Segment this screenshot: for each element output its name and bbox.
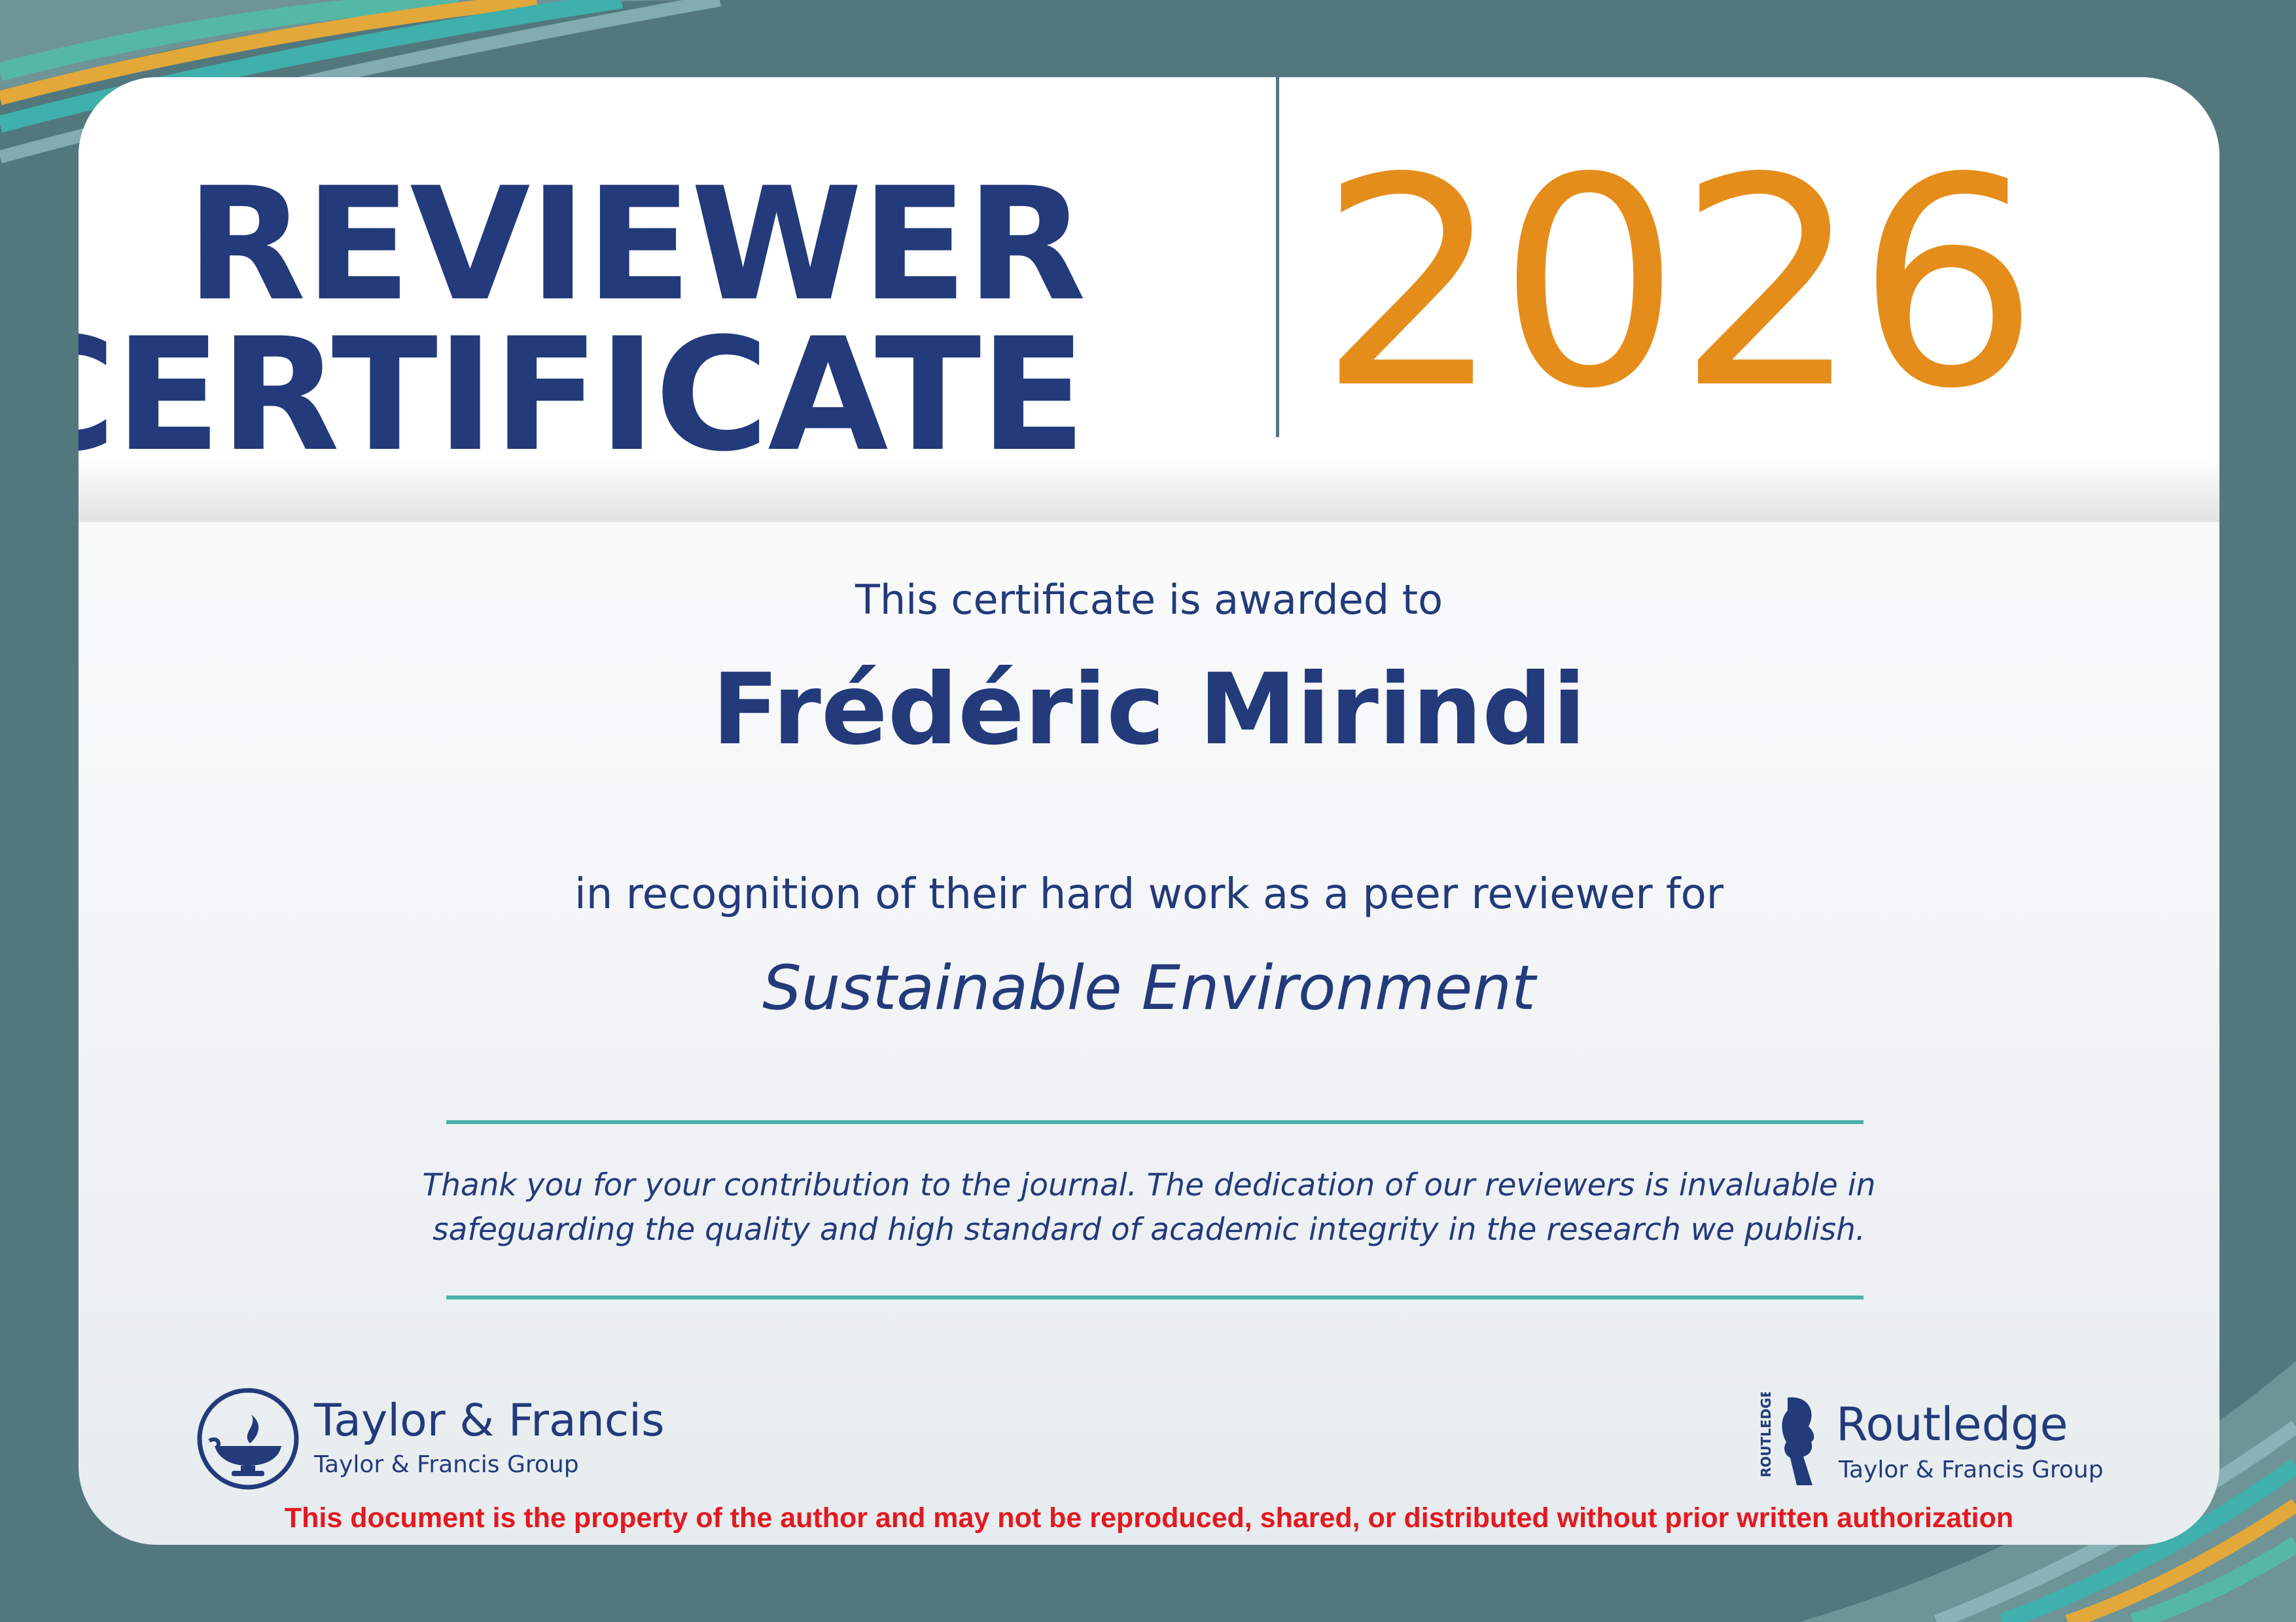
recipient-name: Frédéric Mirindi bbox=[712, 653, 1586, 767]
copyright-notice: This document is the property of the aut… bbox=[284, 1502, 2014, 1534]
journal-name: Sustainable Environment bbox=[762, 953, 1536, 1024]
title-line-reviewer: REVIEWER bbox=[186, 154, 1086, 336]
taylor-francis-group-text: Taylor & Francis Group bbox=[314, 1451, 579, 1478]
taylor-francis-name: Taylor & Francis bbox=[314, 1395, 665, 1447]
routledge-vertical-mark: ROUTLEDGE bbox=[1758, 1392, 1774, 1477]
certificate-card: REVIEWER CERTIFICATE 2026 This certifica… bbox=[79, 77, 2219, 1545]
routledge-profile-icon: ROUTLEDGE bbox=[1758, 1392, 1814, 1485]
routledge-group-text: Taylor & Francis Group bbox=[1839, 1456, 2104, 1483]
top-divider-rule bbox=[446, 1120, 1863, 1124]
taylor-francis-lamp-icon bbox=[197, 1388, 299, 1490]
thanks-line-2: safeguarding the quality and high standa… bbox=[433, 1212, 1865, 1248]
recognition-text: in recognition of their hard work as a p… bbox=[574, 870, 1724, 919]
certificate-year: 2026 bbox=[1318, 116, 2040, 451]
taylor-francis-logo: Taylor & Francis Taylor & Francis Group bbox=[195, 1386, 665, 1497]
title-line-certificate: CERTIFICATE bbox=[79, 305, 1086, 486]
awarded-text: This certificate is awarded to bbox=[855, 576, 1443, 624]
thanks-line-1: Thank you for your contribution to the j… bbox=[422, 1167, 1876, 1203]
thanks-message: Thank you for your contribution to the j… bbox=[79, 1163, 2219, 1252]
bottom-divider-rule bbox=[446, 1296, 1863, 1299]
routledge-logo: ROUTLEDGE Routledge Taylor & Francis Gro… bbox=[1757, 1392, 2124, 1504]
header-divider bbox=[1276, 77, 1279, 437]
routledge-name: Routledge bbox=[1836, 1398, 2068, 1451]
